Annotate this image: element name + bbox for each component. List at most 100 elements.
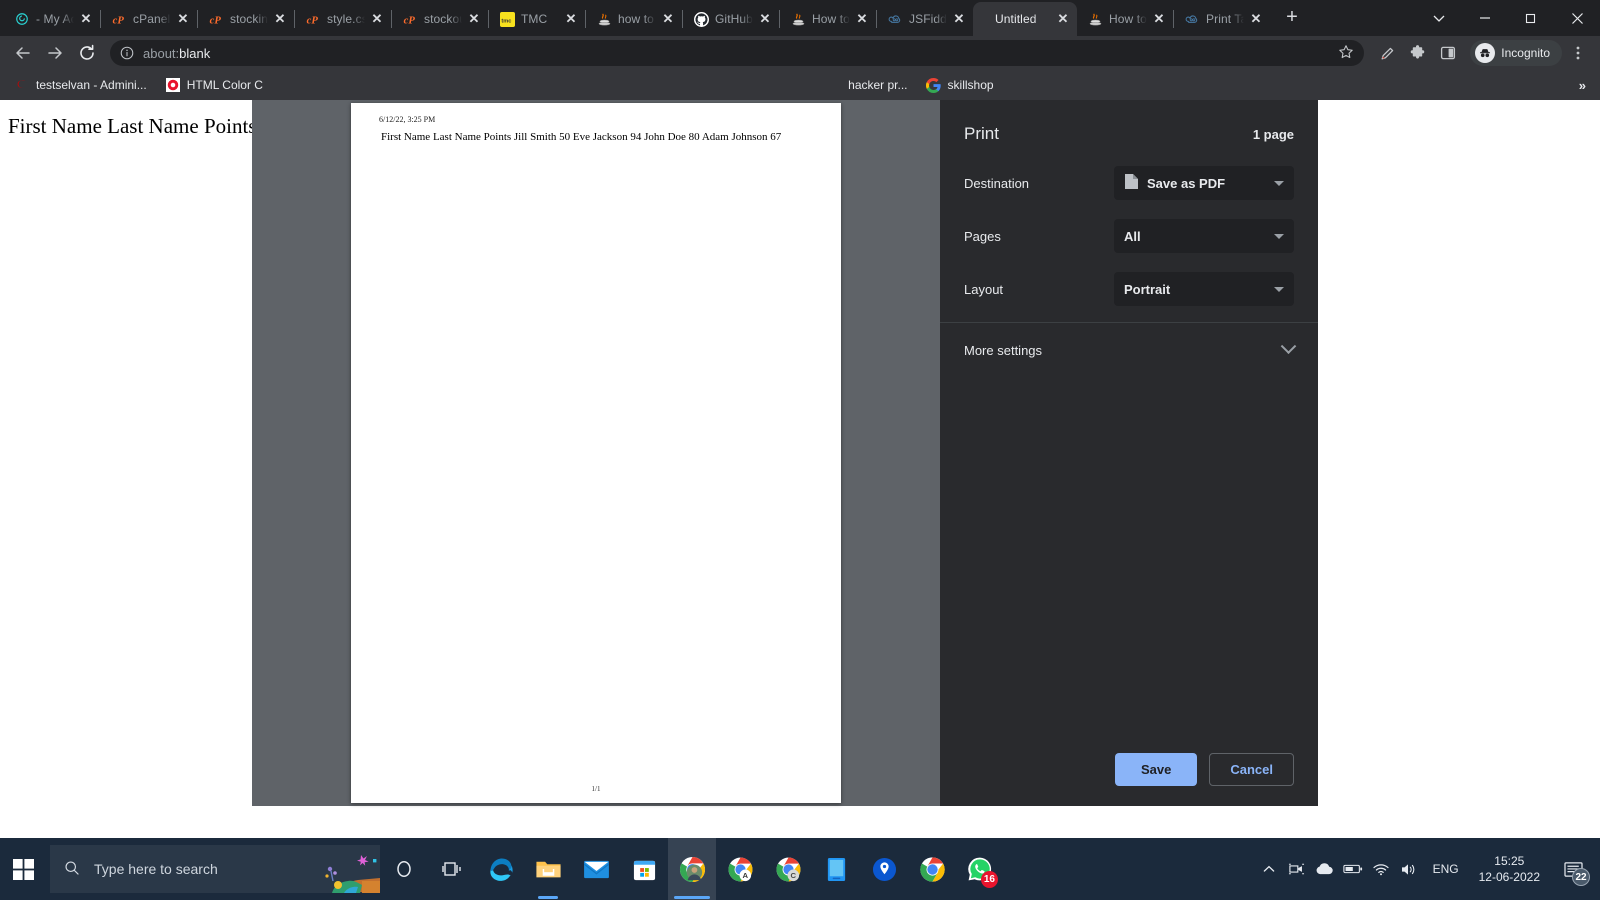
url-scheme: about: (143, 46, 179, 61)
tab-title: stockin (230, 12, 268, 26)
tab-0[interactable]: - My Ac ✕ (4, 2, 100, 36)
tab-title: How to (812, 12, 850, 26)
tab-9[interactable]: JSFiddl ✕ (877, 2, 973, 36)
side-panel-icon[interactable] (1434, 39, 1462, 67)
blue-app-icon[interactable] (812, 838, 860, 900)
speaker-icon[interactable] (1395, 838, 1423, 900)
camera-icon[interactable] (1283, 838, 1311, 900)
task-view-icon[interactable] (428, 838, 476, 900)
tab-close-button[interactable]: ✕ (854, 11, 870, 27)
tab-2[interactable]: cP stockin ✕ (198, 2, 294, 36)
tab-close-button[interactable]: ✕ (951, 11, 967, 27)
tab-12[interactable]: Print Ta ✕ (1174, 2, 1270, 36)
more-settings-toggle[interactable]: More settings (940, 323, 1318, 378)
close-button[interactable] (1554, 0, 1600, 36)
tab-title: Print Ta (1206, 12, 1244, 26)
tab-close-button[interactable]: ✕ (1055, 11, 1071, 27)
tab-4[interactable]: cP stockou ✕ (392, 2, 488, 36)
github-icon (693, 11, 709, 27)
tab-close-button[interactable]: ✕ (466, 11, 482, 27)
tab-close-button[interactable]: ✕ (175, 11, 191, 27)
minimize-button[interactable] (1462, 0, 1508, 36)
tab-close-button[interactable]: ✕ (757, 11, 773, 27)
pencil-icon[interactable] (1374, 39, 1402, 67)
puzzle-icon[interactable] (1404, 39, 1432, 67)
tab-close-button[interactable]: ✕ (78, 11, 94, 27)
bookmark-item-0[interactable]: testselvan - Admini... (6, 74, 155, 96)
tab-close-button[interactable]: ✕ (369, 11, 385, 27)
java-icon (596, 11, 612, 27)
tab-title: GitHub (715, 12, 753, 26)
edge-icon[interactable] (476, 838, 524, 900)
search-tabs-button[interactable] (1416, 0, 1462, 36)
chrome-icon[interactable] (908, 838, 956, 900)
tab-close-button[interactable]: ✕ (660, 11, 676, 27)
tab-1[interactable]: cP cPanel ✕ (101, 2, 197, 36)
cpanel-icon: cP (402, 11, 418, 27)
bookmark-item-3[interactable]: skillshop (918, 74, 1002, 96)
chrome-a-icon[interactable]: A (716, 838, 764, 900)
pages-select[interactable]: All (1114, 219, 1294, 253)
tab-8[interactable]: How to ✕ (780, 2, 876, 36)
chrome-c-icon[interactable]: C (764, 838, 812, 900)
tab-5[interactable]: tmc TMC ✕ (489, 2, 585, 36)
battery-icon[interactable] (1339, 838, 1367, 900)
svg-text:cP: cP (209, 15, 221, 26)
reload-icon[interactable] (72, 39, 102, 67)
print-preview-overlay: 6/12/22, 3:25 PM First Name Last Name Po… (252, 100, 1318, 806)
profile-incognito-button[interactable]: Incognito (1470, 40, 1562, 66)
incognito-avatar-icon (1475, 43, 1495, 63)
tab-6[interactable]: how to ✕ (586, 2, 682, 36)
layout-value: Portrait (1124, 282, 1266, 297)
microsoft-store-icon[interactable] (620, 838, 668, 900)
chrome-profile-icon[interactable] (668, 838, 716, 900)
setting-row-layout: Layout Portrait (964, 272, 1294, 306)
save-button[interactable]: Save (1115, 753, 1197, 786)
print-preview-page[interactable]: 6/12/22, 3:25 PM First Name Last Name Po… (351, 103, 841, 803)
layout-select[interactable]: Portrait (1114, 272, 1294, 306)
notification-center-button[interactable]: 22 (1550, 838, 1596, 900)
cancel-button[interactable]: Cancel (1209, 753, 1294, 786)
chevron-up-icon[interactable] (1255, 838, 1283, 900)
cpanel-icon: cP (208, 11, 224, 27)
tab-10-active[interactable]: Untitled ✕ (973, 2, 1077, 36)
address-bar[interactable]: about:blank (110, 40, 1364, 66)
maximize-button[interactable] (1508, 0, 1554, 36)
search-input[interactable]: Type here to search (50, 845, 380, 893)
tab-close-button[interactable]: ✕ (1151, 11, 1167, 27)
wifi-icon[interactable] (1367, 838, 1395, 900)
tab-7[interactable]: GitHub ✕ (683, 2, 779, 36)
tab-title: - My Ac (36, 12, 74, 26)
profile-label: Incognito (1501, 46, 1550, 60)
setting-row-pages: Pages All (964, 219, 1294, 253)
mail-icon[interactable] (572, 838, 620, 900)
location-pin-app-icon[interactable] (860, 838, 908, 900)
tab-close-button[interactable]: ✕ (1248, 11, 1264, 27)
bookmark-item-1[interactable]: HTML Color C (157, 74, 271, 96)
language-indicator[interactable]: ENG (1423, 862, 1469, 876)
destination-select[interactable]: Save as PDF (1114, 166, 1294, 200)
bookmarks-overflow-button[interactable]: » (1571, 76, 1594, 95)
tab-11[interactable]: How to ✕ (1077, 2, 1173, 36)
new-tab-button[interactable]: + (1278, 4, 1306, 32)
google-g-icon (926, 77, 942, 93)
whatsapp-icon[interactable]: 16 (956, 838, 1004, 900)
file-explorer-icon[interactable] (524, 838, 572, 900)
window-controls (1416, 0, 1600, 36)
clock[interactable]: 15:25 12-06-2022 (1469, 853, 1550, 885)
windows-start-icon[interactable] (0, 838, 48, 900)
cloud-icon[interactable] (1311, 838, 1339, 900)
cortana-icon[interactable] (380, 838, 428, 900)
three-dot-menu-icon[interactable] (1564, 39, 1592, 67)
tab-close-button[interactable]: ✕ (272, 11, 288, 27)
tab-3[interactable]: cP style.cs ✕ (295, 2, 391, 36)
tab-close-button[interactable]: ✕ (563, 11, 579, 27)
setting-label: Destination (964, 176, 1114, 191)
forward-arrow-icon[interactable] (40, 39, 70, 67)
cpanel-icon: cP (305, 11, 321, 27)
browser-window: - My Ac ✕ cP cPanel ✕ cP stockin ✕ (0, 0, 1600, 838)
back-arrow-icon[interactable] (8, 39, 38, 67)
bookmark-item-2[interactable]: hacker pr... (840, 75, 915, 95)
info-circle-icon[interactable] (120, 46, 134, 60)
star-icon[interactable] (1338, 44, 1354, 63)
